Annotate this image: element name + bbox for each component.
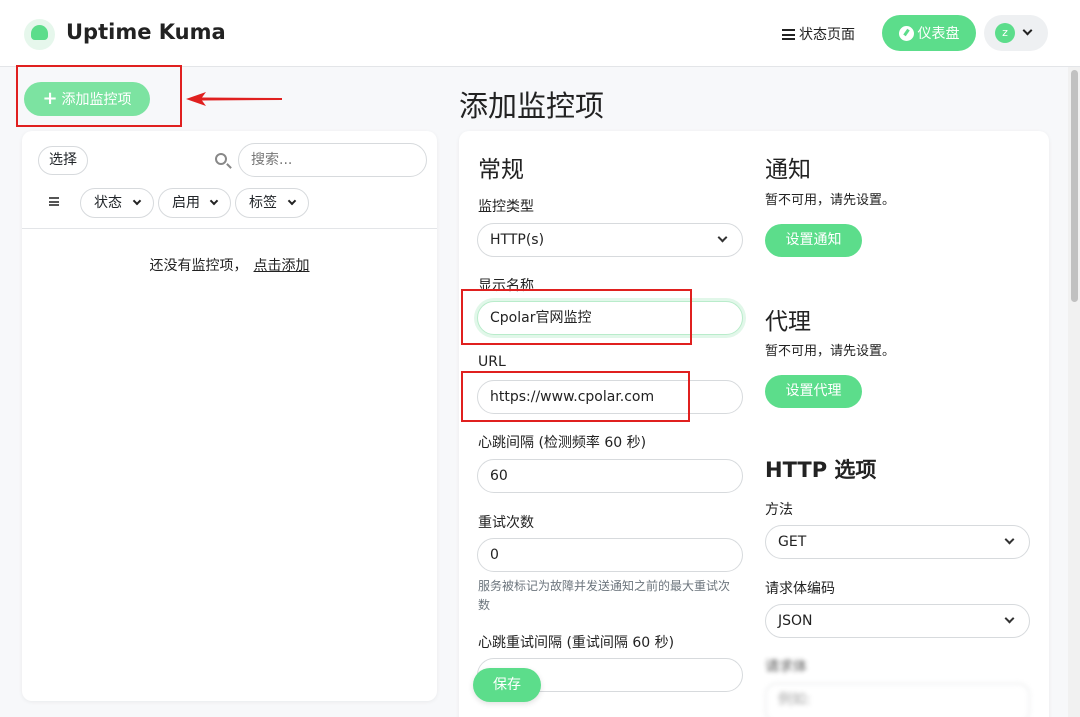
retries-hint: 服务被标记为故障并发送通知之前的最大重试次数: [478, 579, 731, 612]
retry-interval-label: 心跳重试间隔 (重试间隔 60 秒): [478, 635, 675, 651]
empty-text: 还没有监控项，: [149, 258, 248, 274]
filter-active-label: 启用: [172, 195, 200, 211]
scrollbar-thumb[interactable]: [1071, 70, 1078, 302]
dashboard-label: 仪表盘: [917, 26, 960, 42]
click-to-add-link[interactable]: 点击添加: [254, 258, 310, 274]
logo-icon: [24, 19, 55, 50]
annotation-box-add: [16, 65, 182, 127]
chevron-down-icon: [209, 196, 219, 206]
proxy-heading: 代理: [765, 309, 811, 335]
chevron-down-icon: [1022, 25, 1033, 36]
setup-proxy-button[interactable]: 设置代理: [765, 375, 862, 408]
chevron-down-icon: [132, 196, 142, 206]
gauge-icon: [898, 25, 914, 41]
annotation-box-url: [461, 371, 690, 422]
select-button[interactable]: 选择: [38, 146, 88, 175]
body-textarea[interactable]: 例如:: [765, 683, 1030, 717]
body-encoding-value: JSON: [778, 613, 813, 629]
filter-tags-label: 标签: [249, 195, 277, 211]
body-label: 请求体: [765, 659, 807, 675]
interval-label: 心跳间隔 (检测频率 60 秒): [478, 435, 647, 451]
monitor-type-select[interactable]: HTTP(s): [477, 223, 743, 257]
monitor-type-value: HTTP(s): [490, 232, 545, 248]
profile-dropdown[interactable]: z: [984, 15, 1048, 51]
status-page-label: 状态页面: [799, 27, 855, 43]
filter-icon[interactable]: [49, 197, 59, 206]
monitor-list-panel: 选择 状态 启用 标签 还没有监控项， 点击添加: [22, 131, 437, 701]
body-encoding-select[interactable]: JSON: [765, 604, 1030, 638]
general-heading: 常规: [478, 157, 524, 183]
method-label: 方法: [765, 502, 793, 518]
url-label: URL: [478, 354, 506, 370]
chevron-down-icon: [1004, 613, 1015, 624]
search-icon: [215, 153, 227, 165]
avatar: z: [995, 23, 1015, 43]
annotation-box-name: [461, 289, 692, 345]
notifications-note: 暂不可用，请先设置。: [765, 193, 896, 208]
method-select[interactable]: GET: [765, 525, 1030, 559]
interval-input[interactable]: 60: [477, 459, 743, 493]
http-options-heading: HTTP 选项: [765, 458, 877, 482]
body-encoding-label: 请求体编码: [765, 581, 835, 597]
method-value: GET: [778, 534, 807, 550]
page-title: 添加监控项: [459, 89, 605, 123]
filter-tags-dropdown[interactable]: 标签: [235, 188, 309, 218]
filter-status-label: 状态: [94, 195, 122, 211]
app-title[interactable]: Uptime Kuma: [66, 20, 226, 44]
save-button[interactable]: 保存: [473, 668, 541, 702]
retries-label: 重试次数: [478, 515, 534, 531]
status-page-link[interactable]: 状态页面: [782, 24, 855, 44]
monitor-type-label: 监控类型: [478, 199, 534, 215]
top-header: Uptime Kuma 状态页面 仪表盘 z: [0, 0, 1080, 67]
chevron-down-icon: [1004, 534, 1015, 545]
list-icon: [782, 28, 795, 40]
retries-input[interactable]: 0: [477, 538, 743, 572]
annotation-arrow: [186, 92, 282, 106]
notifications-heading: 通知: [765, 157, 811, 183]
empty-list-message: 还没有监控项， 点击添加: [22, 255, 437, 275]
dashboard-button[interactable]: 仪表盘: [882, 15, 976, 51]
filter-status-dropdown[interactable]: 状态: [80, 188, 154, 218]
chevron-down-icon: [717, 232, 728, 243]
setup-notification-button[interactable]: 设置通知: [765, 224, 862, 257]
proxy-note: 暂不可用，请先设置。: [765, 344, 896, 359]
divider: [22, 228, 437, 229]
search-input[interactable]: [238, 143, 427, 177]
filter-active-dropdown[interactable]: 启用: [158, 188, 231, 218]
chevron-down-icon: [287, 196, 297, 206]
